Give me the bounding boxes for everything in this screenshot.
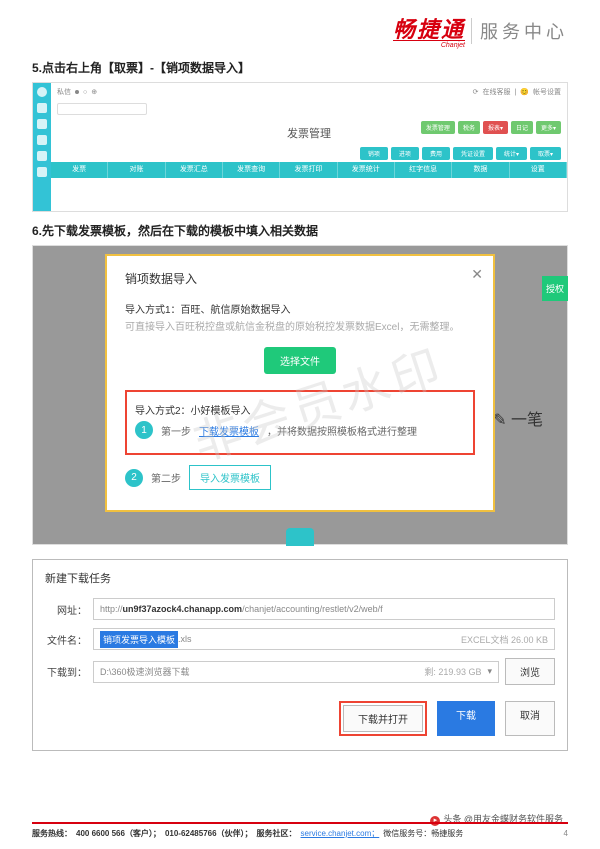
- saveto-input[interactable]: D:\360极速浏览器下载 剩: 219.93 GB ▾: [93, 661, 499, 683]
- cancel-button[interactable]: 取消: [505, 701, 555, 736]
- filename-input[interactable]: 销项发票导入模板.xls EXCEL文档 26.00 KB: [93, 628, 555, 650]
- free-space: 剩: 219.93 GB: [424, 665, 481, 678]
- hotline-label: 服务热线：: [32, 828, 72, 839]
- step-badge-2: 2: [125, 469, 143, 487]
- tab-button[interactable]: 日记: [511, 121, 533, 134]
- screenshot-2: 授权 ✎ 一笔 销项数据导入 ✕ 导入方式1：百旺、航信原始数据导入 可直接导入…: [32, 245, 568, 545]
- sidebar-icon[interactable]: [37, 167, 47, 177]
- tab-button[interactable]: 更多▾: [536, 121, 561, 134]
- nav-item[interactable]: 数据: [452, 162, 509, 178]
- action-button[interactable]: 凭证设置: [453, 147, 493, 160]
- screenshot-1: 私信○⊕ ⟳在线客服|😊帐号设置 发票管理 发票管理 税务 报表▾ 日记 更多▾…: [32, 82, 568, 212]
- brand-logo-cn: 畅捷通: [393, 12, 465, 44]
- download-open-button[interactable]: 下载并打开: [343, 705, 423, 732]
- sidebar-icon[interactable]: [37, 119, 47, 129]
- nav-item[interactable]: 发票汇总: [166, 162, 223, 178]
- tab-button[interactable]: 报表▾: [483, 121, 508, 134]
- nav-item[interactable]: 发票统计: [338, 162, 395, 178]
- select-file-button[interactable]: 选择文件: [264, 347, 336, 374]
- page-number: 4: [564, 829, 568, 838]
- step1-tail: ，并将数据按照模板格式进行整理: [267, 423, 417, 438]
- brand-service: 服务中心: [471, 18, 568, 44]
- get-ticket-button[interactable]: 取票▾: [530, 147, 561, 160]
- method1-desc: 可直接导入百旺税控盘或航信金税盘的原始税控发票数据Excel，无需整理。: [125, 320, 475, 335]
- sidebar-icon[interactable]: [37, 135, 47, 145]
- sidebar-icon[interactable]: [37, 151, 47, 161]
- saveto-label: 下载到：: [45, 664, 87, 679]
- download-template-link[interactable]: 下载发票模板: [199, 423, 259, 438]
- community-link[interactable]: service.chanjet.com；: [301, 828, 380, 839]
- nav-item[interactable]: 发票查询: [223, 162, 280, 178]
- file-meta: EXCEL文档 26.00 KB: [461, 633, 548, 646]
- sidebar: [33, 83, 51, 211]
- sidebar-icon[interactable]: [37, 103, 47, 113]
- filename-label: 文件名：: [45, 632, 87, 647]
- dialog-title: 新建下载任务: [45, 570, 555, 586]
- action-button[interactable]: 进项: [391, 147, 419, 160]
- tab-button[interactable]: 发票管理: [421, 121, 455, 134]
- nav-item[interactable]: 红字信息: [395, 162, 452, 178]
- browse-button[interactable]: 浏览: [505, 658, 555, 685]
- close-icon[interactable]: ✕: [471, 266, 483, 283]
- action-button[interactable]: 统计▾: [496, 147, 527, 160]
- community-label: 服务社区：: [257, 828, 297, 839]
- step-badge-1: 1: [135, 421, 153, 439]
- import-template-button[interactable]: 导入发票模板: [189, 465, 271, 490]
- modal-title: 销项数据导入: [125, 270, 475, 287]
- step2-label: 第二步: [151, 470, 181, 485]
- action-button[interactable]: 费用: [422, 147, 450, 160]
- search-input[interactable]: [57, 103, 147, 115]
- sidebar-icon[interactable]: [37, 87, 47, 97]
- nav-bar: 发票 对账 发票汇总 发票查询 发票打印 发票统计 红字信息 数据 设置: [51, 162, 567, 178]
- nav-item[interactable]: 发票: [51, 162, 108, 178]
- chevron-down-icon[interactable]: ▾: [487, 666, 492, 677]
- download-button[interactable]: 下载: [437, 701, 495, 736]
- page-title: 发票管理 发票管理 税务 报表▾ 日记 更多▾: [51, 117, 567, 145]
- method1-title: 导入方式1：百旺、航信原始数据导入: [125, 301, 475, 316]
- nav-item[interactable]: 设置: [510, 162, 567, 178]
- tab-button[interactable]: 税务: [458, 121, 480, 134]
- doc-header: 畅捷通 Chanjet 服务中心: [32, 12, 568, 49]
- nav-item[interactable]: 发票打印: [280, 162, 337, 178]
- highlight-box: 导入方式2：小好模板导入 1 第一步 下载发票模板 ，并将数据按照模板格式进行整…: [125, 390, 475, 455]
- step5-heading: 5.点击右上角【取票】-【销项数据导入】: [32, 59, 568, 76]
- assistant-icon[interactable]: [286, 528, 314, 546]
- side-tag[interactable]: 授权: [542, 276, 568, 301]
- import-modal: 销项数据导入 ✕ 导入方式1：百旺、航信原始数据导入 可直接导入百旺税控盘或航信…: [105, 254, 495, 512]
- method2-title: 导入方式2：小好模板导入: [135, 402, 465, 417]
- page-footer: 服务热线： 400 6600 566（客户）； 010-62485766（伙伴）…: [32, 822, 568, 839]
- url-label: 网址：: [45, 602, 87, 617]
- wx-label: 微信服务号：畅捷服务: [383, 828, 463, 839]
- topbar: 私信○⊕ ⟳在线客服|😊帐号设置: [51, 83, 567, 101]
- download-dialog: 新建下载任务 网址： http://un9f37azock4.chanapp.c…: [32, 559, 568, 751]
- step6-heading: 6.先下载发票模板，然后在下载的模板中填入相关数据: [32, 222, 568, 239]
- handwriting-annotation: ✎ 一笔: [493, 406, 543, 430]
- step1-label: 第一步: [161, 423, 191, 438]
- url-input[interactable]: http://un9f37azock4.chanapp.com/chanjet/…: [93, 598, 555, 620]
- nav-item[interactable]: 对账: [108, 162, 165, 178]
- action-button[interactable]: 销项: [360, 147, 388, 160]
